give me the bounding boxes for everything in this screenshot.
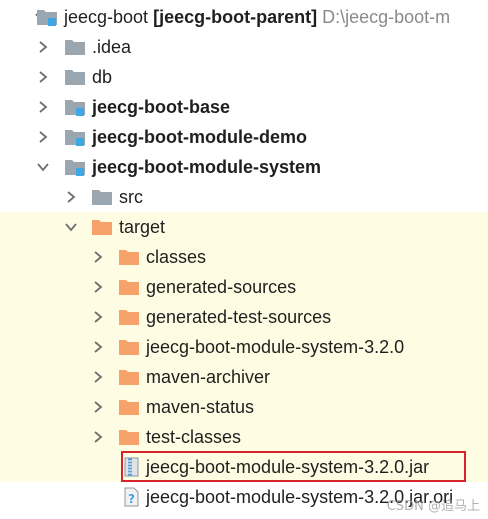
tree-row-label: target [119,217,166,237]
folder-icon [64,37,86,57]
chevron-down-icon[interactable] [36,160,50,174]
tree-row-jeecg-boot[interactable]: jeecg-boot [jeecg-boot-parent] D:\jeecg-… [0,2,488,32]
tree-row-jeecg-boot-module-demo[interactable]: jeecg-boot-module-demo [0,122,488,152]
tree-row-label: jeecg-boot-module-system [92,157,322,177]
excluded-folder-icon [118,397,140,417]
tree-row-test-classes[interactable]: test-classes [0,422,488,452]
chevron-right-icon[interactable] [91,280,105,294]
jar-file-icon [121,457,143,477]
tree-row-label: db [92,67,113,87]
tree-row-jar-file[interactable]: jeecg-boot-module-system-3.2.0.jar [0,452,488,482]
unknown-file-icon: ? [121,487,143,507]
tree-row-jeecg-boot-module-system[interactable]: jeecg-boot-module-system [0,152,488,182]
tree-row-jeecg-boot-base[interactable]: jeecg-boot-base [0,92,488,122]
folder-icon [64,67,86,87]
tree-row-label: generated-sources [146,277,297,297]
module-folder-icon [64,127,86,147]
root-module: [jeecg-boot-parent] [153,7,318,27]
tree-row-label: .idea [92,37,132,57]
tree-row-idea[interactable]: .idea [0,32,488,62]
chevron-right-icon[interactable] [36,70,50,84]
excluded-folder-icon [118,247,140,267]
chevron-down-icon[interactable] [64,220,78,234]
tree-row-label: src [119,187,143,207]
tree-row-label: maven-archiver [146,367,271,387]
tree-row-src[interactable]: src [0,182,488,212]
chevron-right-icon[interactable] [91,370,105,384]
root-path: D:\jeecg-boot-m [322,7,451,27]
module-folder-icon [64,157,86,177]
excluded-folder-icon [118,367,140,387]
excluded-folder-icon [91,217,113,237]
tree-row-generated-test-sources[interactable]: generated-test-sources [0,302,488,332]
watermark: CSDN @追马上 [386,499,480,514]
tree-row-label: jeecg-boot-module-system-3.2.0 [146,337,405,357]
project-tree: jeecg-boot [jeecg-boot-parent] D:\jeecg-… [0,0,488,519]
tree-row-label: test-classes [146,427,242,447]
svg-text:?: ? [128,492,135,506]
chevron-right-icon[interactable] [64,190,78,204]
root-name: jeecg-boot [64,7,149,27]
tree-row-classes[interactable]: classes [0,242,488,272]
tree-row-jeecg-boot-module-system-3-2-0[interactable]: jeecg-boot-module-system-3.2.0 [0,332,488,362]
chevron-right-icon[interactable] [91,310,105,324]
tree-row-target[interactable]: target [0,212,488,242]
tree-row-generated-sources[interactable]: generated-sources [0,272,488,302]
chevron-right-icon[interactable] [36,100,50,114]
tree-row-db[interactable]: db [0,62,488,92]
tree-row-label: generated-test-sources [146,307,332,327]
chevron-right-icon[interactable] [36,40,50,54]
tree-row-maven-archiver[interactable]: maven-archiver [0,362,488,392]
tree-row-label: jeecg-boot-module-demo [92,127,307,147]
excluded-folder-icon [118,307,140,327]
tree-row-label: maven-status [146,397,255,417]
tree-row-label: jeecg-boot [jeecg-boot-parent] D:\jeecg-… [64,6,450,28]
module-folder-icon [36,7,58,27]
chevron-right-icon[interactable] [91,340,105,354]
tree-row-label: classes [146,247,207,267]
excluded-folder-icon [118,427,140,447]
tree-row-maven-status[interactable]: maven-status [0,392,488,422]
tree-row-label: jeecg-boot-module-system-3.2.0.jar [146,457,430,477]
folder-icon [91,187,113,207]
chevron-right-icon[interactable] [91,430,105,444]
excluded-folder-icon [118,277,140,297]
module-folder-icon [64,97,86,117]
excluded-folder-icon [118,337,140,357]
chevron-right-icon[interactable] [36,130,50,144]
chevron-right-icon[interactable] [91,400,105,414]
chevron-right-icon[interactable] [91,250,105,264]
tree-row-label: jeecg-boot-base [92,97,231,117]
